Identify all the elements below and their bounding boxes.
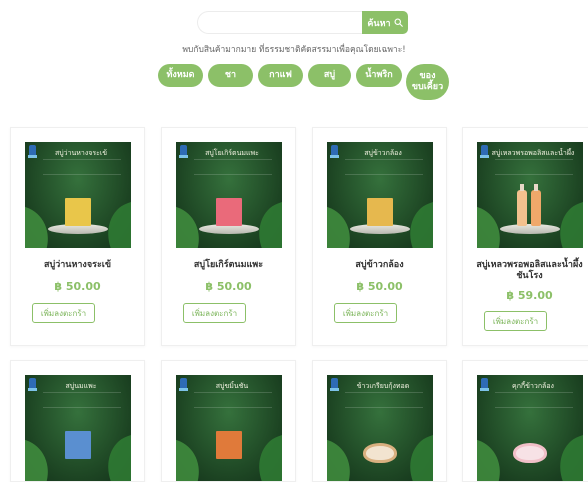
category-snacks[interactable]: ของ ขบเคี้ยว [406, 64, 449, 100]
image-description [194, 159, 272, 175]
leaf-decoration [25, 437, 57, 481]
product-bowl [363, 443, 397, 463]
leaf-decoration [477, 437, 509, 481]
category-label: กาแฟ [269, 70, 292, 80]
product-package [367, 198, 393, 226]
search-bar: ค้นหา [197, 11, 411, 34]
product-image[interactable]: สบู่โยเกิร์ตนมแพะ [176, 142, 282, 248]
product-image[interactable]: สบู่นมแพะ [25, 375, 131, 481]
product-price: ฿ 50.00 [54, 280, 101, 293]
product-bowl [513, 443, 547, 463]
category-label: ทั้งหมด [166, 70, 195, 80]
product-card[interactable]: สบู่โยเกิร์ตนมแพะ สบู่โยเกิร์ตนมแพะ ฿ 50… [161, 127, 296, 346]
image-title: สบู่ข้าวกล้อง [364, 149, 402, 157]
image-title: สบู่ว่านหางจระเข้ [54, 149, 108, 157]
product-image[interactable]: สบู่ว่านหางจระเข้ [25, 142, 131, 248]
product-price: ฿ 59.00 [506, 289, 553, 302]
product-name[interactable]: สบู่ว่านหางจระเข้ [15, 260, 140, 271]
leaf-decoration [550, 200, 583, 248]
tagline: พบกับสินค้ามากมาย ที่ธรรมชาติคัดสรรมาเพื… [182, 45, 406, 55]
category-label-line1: ของ [419, 71, 436, 81]
product-price: ฿ 50.00 [205, 280, 252, 293]
product-bottle [517, 184, 527, 226]
add-to-cart-button[interactable]: เพิ่มลงตะกร้า [484, 311, 547, 331]
leaf-decoration [327, 437, 359, 481]
category-label: ชา [224, 70, 237, 80]
image-description [495, 159, 573, 175]
image-description [194, 392, 272, 408]
category-soap[interactable]: สบู่ [308, 64, 351, 87]
product-name-line2: ชันโรง [516, 271, 543, 281]
product-card[interactable]: สบู่เหลวพรอพอลิสและน้ำผึ้ง สบู่เหลวพรอพอ… [462, 127, 588, 346]
product-name-line1: สบู่เหลวพรอพอลิสและน้ำผึ้ง [476, 260, 583, 270]
add-to-cart-button[interactable]: เพิ่มลงตะกร้า [334, 303, 397, 323]
search-input[interactable] [197, 11, 362, 34]
image-description [345, 159, 423, 175]
product-image[interactable]: คุกกี้ข้าวกล้อง [477, 375, 583, 481]
search-button[interactable]: ค้นหา [362, 11, 408, 34]
leaf-decoration [249, 200, 282, 248]
product-card[interactable]: สบู่ว่านหางจระเข้ สบู่ว่านหางจระเข้ ฿ 50… [10, 127, 145, 346]
image-title: สบู่โยเกิร์ตนมแพะ [205, 149, 259, 157]
leaf-decoration [98, 200, 131, 248]
product-package [65, 198, 91, 226]
product-price: ฿ 50.00 [356, 280, 403, 293]
product-image[interactable]: สบู่เหลวพรอพอลิสและน้ำผึ้ง [477, 142, 583, 248]
product-name[interactable]: สบู่โยเกิร์ตนมแพะ [166, 260, 291, 271]
search-button-label: ค้นหา [367, 18, 391, 29]
product-card[interactable]: ข้าวเกรียบกุ้งทอด [312, 360, 447, 482]
product-card[interactable]: สบู่ข้าวกล้อง สบู่ข้าวกล้อง ฿ 50.00 เพิ่… [312, 127, 447, 346]
leaf-decoration [176, 437, 208, 481]
add-to-cart-button[interactable]: เพิ่มลงตะกร้า [32, 303, 95, 323]
product-card[interactable]: คุกกี้ข้าวกล้อง [462, 360, 588, 482]
leaf-decoration [400, 200, 433, 248]
image-description [345, 392, 423, 408]
search-icon [394, 18, 403, 27]
image-description [43, 392, 121, 408]
image-title: สบู่นมแพะ [65, 382, 97, 390]
add-to-cart-button[interactable]: เพิ่มลงตะกร้า [183, 303, 246, 323]
image-title: ข้าวเกรียบกุ้งทอด [356, 382, 410, 390]
category-chili-paste[interactable]: น้ำพริก [356, 64, 402, 87]
product-name[interactable]: สบู่ข้าวกล้อง [317, 260, 442, 271]
product-bottle [531, 184, 541, 226]
leaf-decoration [400, 433, 433, 481]
product-card[interactable]: สบู่นมแพะ [10, 360, 145, 482]
image-title: คุกกี้ข้าวกล้อง [512, 382, 554, 390]
leaf-decoration [550, 433, 583, 481]
category-label: สบู่ [323, 70, 336, 80]
product-image[interactable]: สบู่ข้าวกล้อง [327, 142, 433, 248]
image-title: สบู่ขมิ้นชัน [215, 382, 249, 390]
category-label-line2: ขบเคี้ยว [411, 82, 444, 92]
product-package [216, 198, 242, 226]
category-tea[interactable]: ชา [208, 64, 253, 87]
leaf-decoration [249, 433, 282, 481]
category-label: น้ำพริก [365, 70, 393, 80]
category-coffee[interactable]: กาแฟ [258, 64, 303, 87]
image-description [495, 392, 573, 408]
image-title: สบู่เหลวพรอพอลิสและน้ำผึ้ง [491, 149, 575, 157]
product-image[interactable]: ข้าวเกรียบกุ้งทอด [327, 375, 433, 481]
product-name[interactable]: สบู่เหลวพรอพอลิสและน้ำผึ้ง ชันโรง [467, 260, 588, 282]
leaf-decoration [98, 433, 131, 481]
image-description [43, 159, 121, 175]
pedestal [500, 224, 560, 234]
product-image[interactable]: สบู่ขมิ้นชัน [176, 375, 282, 481]
product-card[interactable]: สบู่ขมิ้นชัน [161, 360, 296, 482]
category-all[interactable]: ทั้งหมด [158, 64, 203, 87]
